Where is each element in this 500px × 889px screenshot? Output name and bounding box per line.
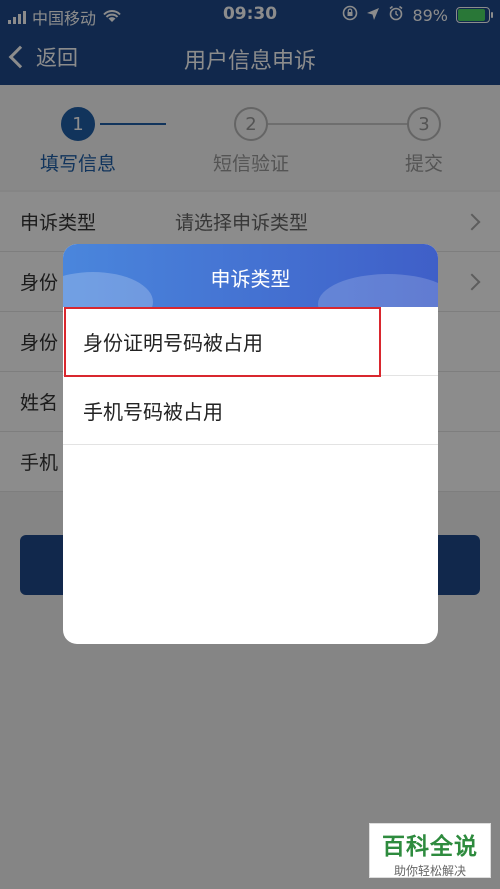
- watermark-logo: 百科全说 助你轻松解决: [369, 823, 491, 878]
- appeal-type-dialog: 申诉类型 身份证明号码被占用 手机号码被占用: [63, 244, 438, 644]
- watermark-title: 百科全说: [382, 834, 478, 860]
- dialog-header: 申诉类型: [63, 244, 438, 307]
- dialog-title: 申诉类型: [210, 267, 291, 291]
- option-phone-occupied[interactable]: 手机号码被占用: [63, 376, 438, 445]
- watermark-subtitle: 助你轻松解决: [393, 864, 466, 878]
- selection-highlight: [64, 307, 381, 377]
